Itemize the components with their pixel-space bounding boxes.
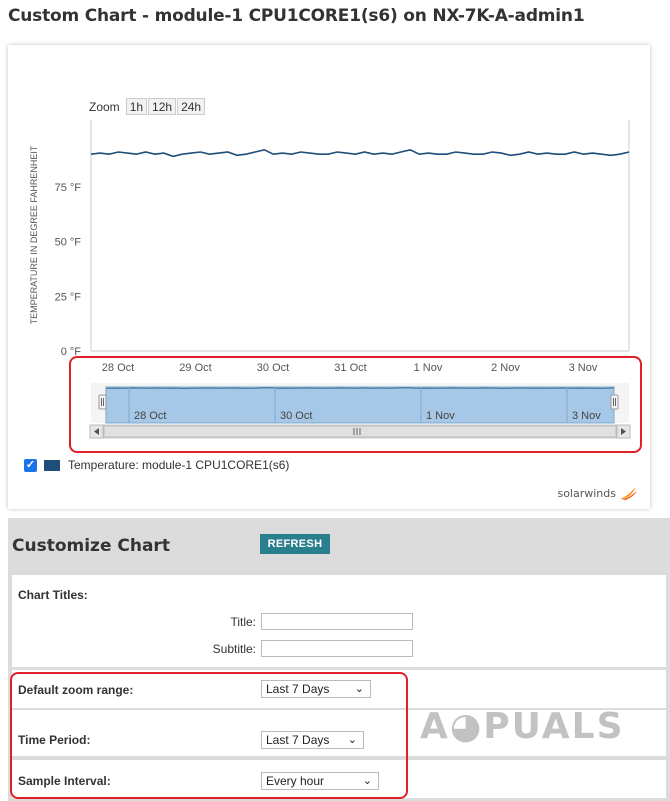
x-tick-label: 2 Nov: [491, 362, 520, 374]
customize-header: Customize Chart REFRESH: [8, 518, 670, 573]
zoom-1h-button[interactable]: 1h: [125, 98, 148, 115]
default-zoom-select[interactable]: Last 7 Days ⌄: [261, 680, 371, 698]
y-tick-label: 75 °F: [55, 182, 82, 194]
legend-label[interactable]: Temperature: module-1 CPU1CORE1(s6): [68, 458, 289, 472]
navigator-right-handle: [610, 394, 619, 410]
navigator-tick-label: 28 Oct: [134, 410, 166, 422]
chart-titles-row: Chart Titles: Title: Subtitle:: [12, 575, 666, 667]
chevron-down-icon: ⌄: [347, 734, 357, 746]
subtitle-label: Subtitle:: [212, 642, 256, 656]
zoom-bar: Zoom 1h 12h 24h: [89, 98, 206, 115]
refresh-button[interactable]: REFRESH: [260, 534, 330, 554]
chart-titles-label: Chart Titles:: [18, 588, 88, 602]
time-period-label: Time Period:: [18, 733, 91, 747]
zoom-24h-button[interactable]: 24h: [177, 98, 206, 115]
navigator-tick-label: 1 Nov: [426, 410, 455, 422]
x-tick-label: 30 Oct: [257, 362, 289, 374]
appuals-watermark: A◕PUALS: [420, 706, 625, 747]
solarwinds-logo: solarwinds: [557, 485, 638, 501]
sample-interval-row: Sample Interval: Every hour ⌄: [12, 760, 666, 798]
page-title: Custom Chart - module-1 CPU1CORE1(s6) on…: [8, 6, 585, 26]
y-tick-label: 0 °F: [61, 346, 82, 358]
y-axis-label: TEMPERATURE IN DEGREE FAHRENHEIT: [29, 145, 39, 324]
x-tick-label: 28 Oct: [102, 362, 134, 374]
navigator-left-handle: [98, 394, 107, 410]
chevron-down-icon: ⌄: [354, 683, 364, 695]
legend: ✓ Temperature: module-1 CPU1CORE1(s6): [24, 458, 289, 472]
default-zoom-value: Last 7 Days: [266, 682, 330, 696]
legend-color-swatch: [44, 459, 60, 471]
solarwinds-flame-icon: [620, 487, 637, 500]
sample-interval-value: Every hour: [266, 774, 325, 788]
title-input[interactable]: [261, 613, 413, 630]
customize-chart-panel: Customize Chart REFRESH Chart Titles: Ti…: [8, 518, 670, 801]
x-tick-label: 31 Oct: [334, 362, 366, 374]
navigator-tick-label: 30 Oct: [280, 410, 312, 422]
sample-interval-label: Sample Interval:: [18, 774, 111, 788]
time-period-select[interactable]: Last 7 Days ⌄: [261, 731, 364, 749]
time-period-value: Last 7 Days: [266, 733, 330, 747]
chevron-down-icon: ⌄: [362, 775, 372, 787]
zoom-label: Zoom: [89, 99, 120, 114]
brand-name: solarwinds: [557, 486, 616, 500]
customize-title: Customize Chart: [12, 536, 170, 556]
x-tick-label: 3 Nov: [569, 362, 598, 374]
zoom-12h-button[interactable]: 12h: [148, 98, 177, 115]
navigator-tick-label: 3 Nov: [572, 410, 601, 422]
x-tick-label: 1 Nov: [414, 362, 443, 374]
sample-interval-select[interactable]: Every hour ⌄: [261, 772, 379, 790]
navigator-selection: [105, 386, 615, 424]
x-tick-label: 29 Oct: [179, 362, 211, 374]
series-line-temperature: [90, 148, 630, 158]
default-zoom-row: Default zoom range: Last 7 Days ⌄: [12, 670, 666, 708]
default-zoom-label: Default zoom range:: [18, 683, 134, 697]
chart-panel: TEMPERATURE IN DEGREE FAHRENHEIT 0 °F 25 …: [8, 45, 650, 509]
y-tick-label: 50 °F: [55, 237, 82, 249]
subtitle-input[interactable]: [261, 640, 413, 657]
y-tick-label: 25 °F: [55, 291, 82, 303]
title-label: Title:: [230, 615, 256, 629]
legend-checkbox[interactable]: ✓: [24, 458, 37, 472]
